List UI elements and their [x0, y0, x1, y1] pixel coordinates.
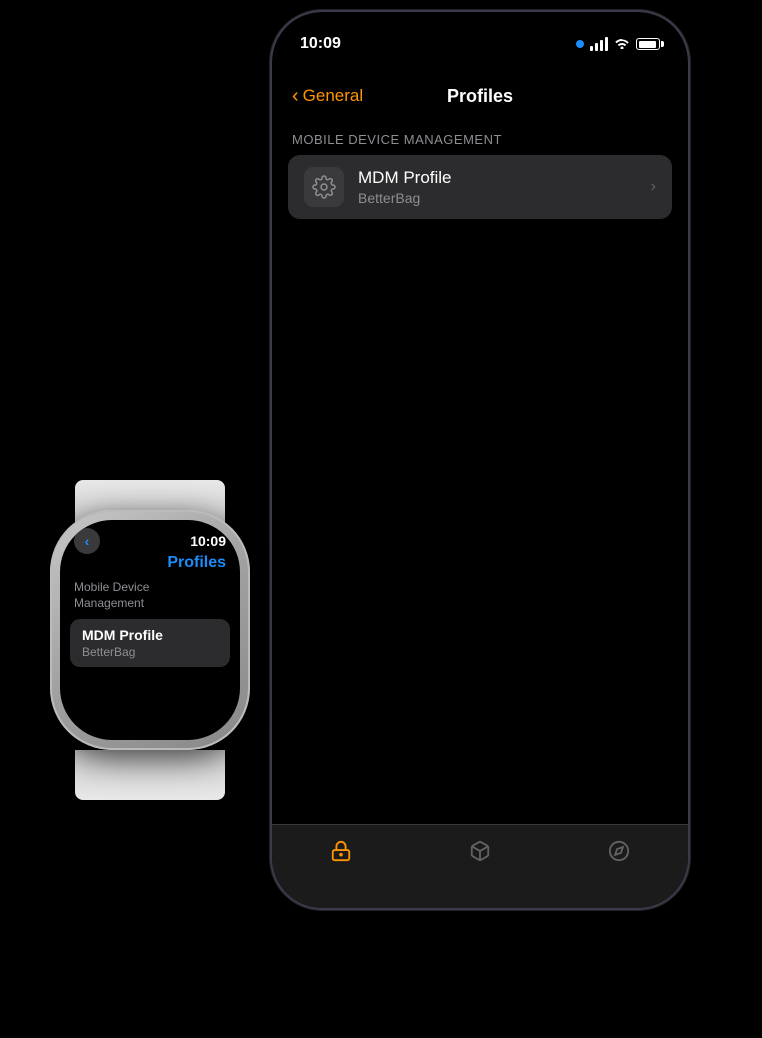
watch-profile-title: MDM Profile: [82, 627, 218, 643]
signal-bar-3: [600, 40, 603, 51]
dynamic-island: [420, 24, 540, 58]
battery-fill: [639, 41, 656, 48]
tab-item-2[interactable]: [466, 837, 494, 865]
watch-profile-item[interactable]: MDM Profile BetterBag: [70, 619, 230, 667]
iphone-content: MOBILE DEVICE MANAGEMENT MDM Profile Bet…: [272, 132, 688, 828]
wifi-icon: [614, 37, 630, 52]
profile-text: MDM Profile BetterBag: [358, 168, 651, 206]
watch-case: ‹ 10:09 Profiles Mobile DeviceManagement…: [50, 510, 250, 750]
compass-icon: [605, 837, 633, 865]
mdm-profile-icon: [304, 167, 344, 207]
signal-bar-4: [605, 37, 608, 51]
mdm-profile-item[interactable]: MDM Profile BetterBag ›: [288, 155, 672, 219]
watch-back-chevron-icon: ‹: [85, 533, 90, 549]
watch-status-bar: ‹ 10:09: [60, 520, 240, 554]
profile-subtitle: BetterBag: [358, 190, 651, 206]
watch-section-label: Mobile DeviceManagement: [60, 572, 240, 615]
iphone-nav-bar: ‹ General Profiles: [272, 70, 688, 122]
apple-watch-device: ‹ 10:09 Profiles Mobile DeviceManagement…: [20, 480, 280, 800]
profile-title: MDM Profile: [358, 168, 651, 188]
watch-time: 10:09: [190, 533, 226, 549]
watch-title: Profiles: [60, 554, 240, 572]
battery-icon: [636, 38, 660, 50]
gear-icon: [312, 175, 336, 199]
bluetooth-icon: [576, 40, 584, 48]
power-button[interactable]: [688, 152, 690, 212]
watch-screen: ‹ 10:09 Profiles Mobile DeviceManagement…: [60, 520, 240, 740]
section-label: MOBILE DEVICE MANAGEMENT: [292, 132, 668, 147]
iphone-screen: 10:09: [272, 12, 688, 908]
iphone-device: 10:09: [270, 10, 690, 910]
iphone-time: 10:09: [300, 35, 341, 53]
watch-back-button[interactable]: ‹: [74, 528, 100, 554]
package-icon: [466, 837, 494, 865]
lock-icon: [327, 837, 355, 865]
tab-item-3[interactable]: [605, 837, 633, 865]
tab-item-1[interactable]: [327, 837, 355, 865]
signal-bars-icon: [590, 37, 608, 51]
watch-profile-subtitle: BetterBag: [82, 645, 218, 659]
watch-band-bottom: [75, 750, 225, 800]
watch-section-text: Mobile DeviceManagement: [74, 580, 149, 610]
chevron-left-icon: ‹: [292, 85, 299, 108]
iphone-tab-bar: [272, 824, 688, 908]
back-label: General: [303, 86, 363, 106]
status-icons: [576, 37, 660, 52]
signal-bar-2: [595, 43, 598, 51]
signal-bar-1: [590, 46, 593, 51]
back-button[interactable]: ‹ General: [292, 85, 363, 108]
list-chevron-icon: ›: [651, 178, 656, 196]
